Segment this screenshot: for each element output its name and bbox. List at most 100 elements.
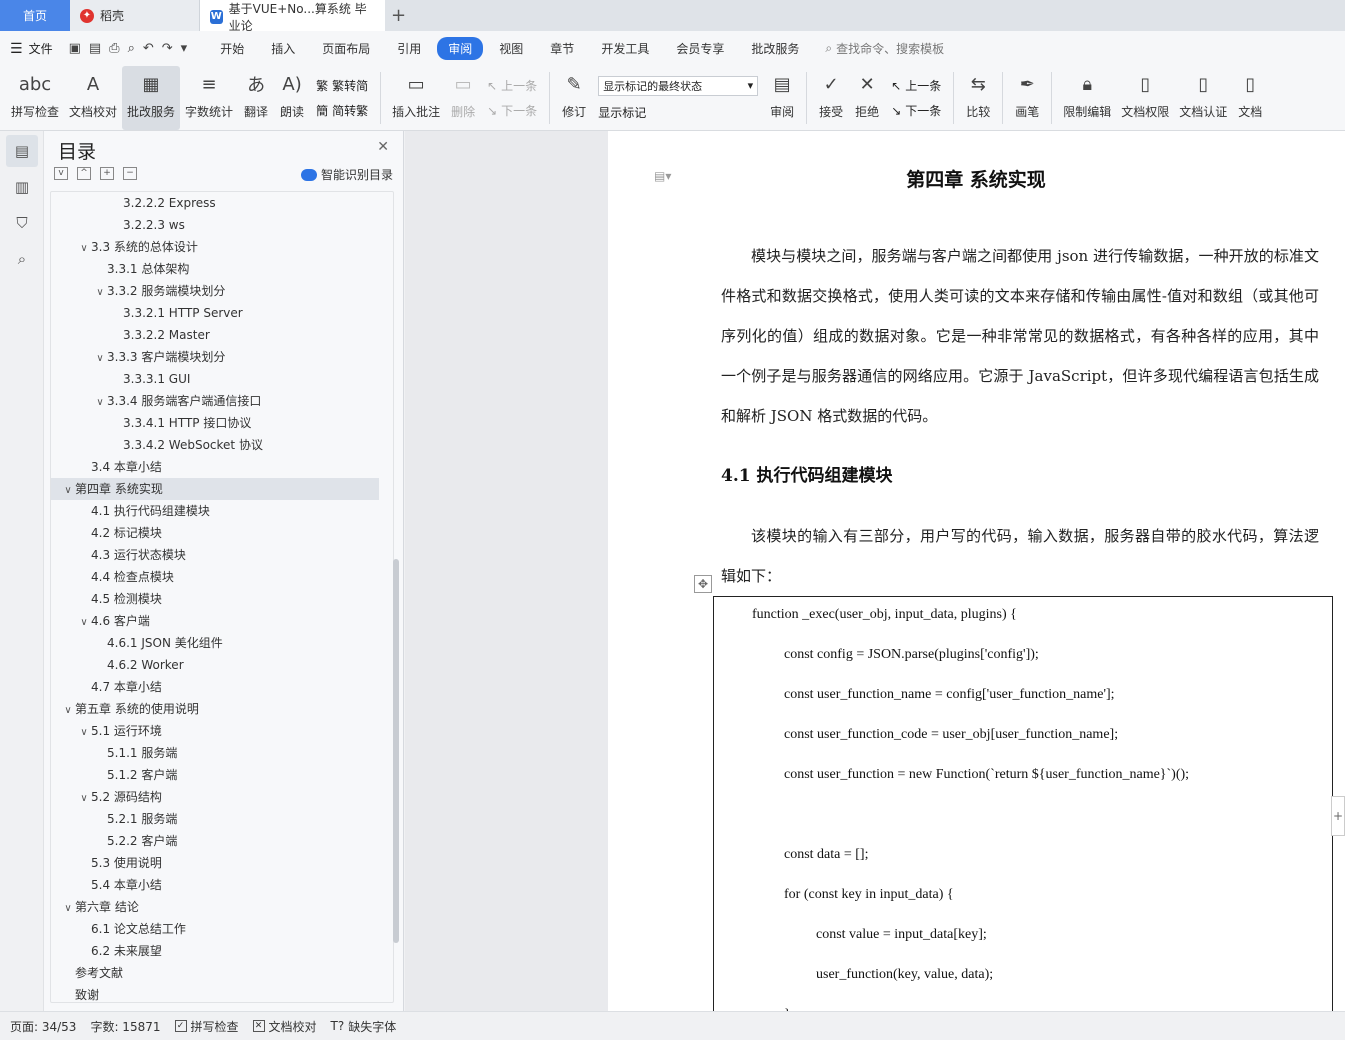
toc-item[interactable]: 4.5 检测模块 xyxy=(51,588,393,610)
prev-change-button[interactable]: ↖ 上一条 xyxy=(891,77,941,94)
undo-icon[interactable]: ↶ xyxy=(143,41,154,56)
missing-font-status[interactable]: T? 缺失字体 xyxy=(331,1018,397,1035)
trad-to-simp-button[interactable]: 繁繁转简 xyxy=(316,77,368,94)
insert-comment-button[interactable]: ▭ 插入批注 xyxy=(387,66,445,130)
tab-home[interactable]: 首页 xyxy=(0,0,70,31)
toc-item[interactable]: ∨ 第六章 结论 xyxy=(51,896,393,918)
toc-item[interactable]: 4.6.2 Worker xyxy=(51,654,393,676)
translate-button[interactable]: あ翻译 xyxy=(238,66,274,130)
toc-nav-icon[interactable]: ▤ xyxy=(6,135,38,167)
menu-developer[interactable]: 开发工具 xyxy=(590,37,660,60)
toc-item[interactable]: ∨ 第四章 系统实现 xyxy=(51,478,379,500)
chevron-down-icon[interactable]: ∨ xyxy=(61,700,75,722)
toc-item[interactable]: ∨ 3.3.3 客户端模块划分 xyxy=(51,346,393,368)
toc-item[interactable]: 参考文献 xyxy=(51,962,393,984)
menu-references[interactable]: 引用 xyxy=(386,37,432,60)
side-expand-button[interactable]: + xyxy=(1331,796,1345,836)
pen-button[interactable]: ✒ 画笔 xyxy=(1009,66,1045,130)
chevron-down-icon[interactable]: ∨ xyxy=(61,898,75,920)
chevron-down-icon[interactable]: ∨ xyxy=(77,612,91,634)
toc-item[interactable]: 3.3.3.1 GUI xyxy=(51,368,393,390)
toc-item[interactable]: 5.2.1 服务端 xyxy=(51,808,393,830)
toc-item[interactable]: 4.1 执行代码组建模块 xyxy=(51,500,393,522)
chevron-down-icon[interactable]: ∨ xyxy=(61,480,75,502)
toc-item[interactable]: 3.3.1 总体架构 xyxy=(51,258,393,280)
page-indicator[interactable]: 页面: 34/53 xyxy=(10,1018,76,1035)
toc-item[interactable]: 3.3.2.1 HTTP Server xyxy=(51,302,393,324)
menu-page-layout[interactable]: 页面布局 xyxy=(311,37,381,60)
toc-item[interactable]: 3.2.2.3 ws xyxy=(51,214,393,236)
menu-view[interactable]: 视图 xyxy=(488,37,534,60)
collapse-all-icon[interactable]: ^ xyxy=(77,167,91,180)
word-count-button[interactable]: ≡ 字数统计 xyxy=(180,66,238,130)
toc-item[interactable]: 5.4 本章小结 xyxy=(51,874,393,896)
close-icon[interactable]: ✕ xyxy=(377,139,389,155)
toc-item[interactable]: 5.3 使用说明 xyxy=(51,852,393,874)
toc-item[interactable]: ∨ 第五章 系统的使用说明 xyxy=(51,698,393,720)
menu-start[interactable]: 开始 xyxy=(209,37,255,60)
export-pdf-icon[interactable]: ▤ xyxy=(89,41,101,56)
chevron-down-icon[interactable]: ∨ xyxy=(93,348,107,370)
next-comment-button[interactable]: ↘ 下一条 xyxy=(487,102,537,119)
chevron-down-icon[interactable]: ∨ xyxy=(93,282,107,304)
remove-heading-icon[interactable]: − xyxy=(123,167,137,180)
grading-service-button[interactable]: ▦ 批改服务 xyxy=(122,66,181,130)
toc-item[interactable]: 4.3 运行状态模块 xyxy=(51,544,393,566)
prev-comment-button[interactable]: ↖ 上一条 xyxy=(487,77,537,94)
toc-item[interactable]: 5.1.1 服务端 xyxy=(51,742,393,764)
toc-item[interactable]: 5.2.2 客户端 xyxy=(51,830,393,852)
simp-to-trad-button[interactable]: 簡简转繁 xyxy=(316,102,368,119)
toc-item[interactable]: 6.1 论文总结工作 xyxy=(51,918,393,940)
toc-item[interactable]: ∨ 3.3.4 服务端客户端通信接口 xyxy=(51,390,393,412)
toc-item[interactable]: 3.4 本章小结 xyxy=(51,456,393,478)
smart-toc-button[interactable]: 智能识别目录 xyxy=(300,166,393,183)
toc-item[interactable]: 4.2 标记模块 xyxy=(51,522,393,544)
bookmark-icon[interactable]: ⛉ xyxy=(6,207,38,239)
print-preview-icon[interactable]: ⌕ xyxy=(128,41,135,56)
toc-item[interactable]: 3.3.4.2 WebSocket 协议 xyxy=(51,434,393,456)
accept-button[interactable]: ✓ 接受 xyxy=(813,66,849,130)
doc-more-button[interactable]: ▯ 文档 xyxy=(1232,66,1268,130)
toc-scrollbar[interactable] xyxy=(393,559,399,943)
chapter-nav-icon[interactable]: ▥ xyxy=(6,171,38,203)
chevron-down-icon[interactable]: ∨ xyxy=(93,392,107,414)
delete-comment-button[interactable]: ▭ 删除 xyxy=(445,66,481,130)
menu-section[interactable]: 章节 xyxy=(539,37,585,60)
menu-membership[interactable]: 会员专享 xyxy=(665,37,735,60)
toc-item[interactable]: ∨ 5.2 源码结构 xyxy=(51,786,393,808)
read-aloud-button[interactable]: A) 朗读 xyxy=(274,66,310,130)
chevron-down-icon[interactable]: ∨ xyxy=(77,238,91,260)
spell-check-status[interactable]: ✓ 拼写检查 xyxy=(174,1018,239,1035)
menu-review[interactable]: 审阅 xyxy=(437,37,484,60)
toc-item[interactable]: ∨ 4.6 客户端 xyxy=(51,610,393,632)
spell-check-button[interactable]: abc 拼写检查 xyxy=(6,66,64,130)
menu-grading[interactable]: 批改服务 xyxy=(740,37,810,60)
chevron-down-icon[interactable]: ∨ xyxy=(77,722,91,744)
track-changes-button[interactable]: ✎ 修订 xyxy=(556,66,592,130)
toc-item[interactable]: 3.3.4.1 HTTP 接口协议 xyxy=(51,412,393,434)
toc-item[interactable]: 4.4 检查点模块 xyxy=(51,566,393,588)
search-icon[interactable]: ⌕ xyxy=(6,243,38,275)
customize-chevron-icon[interactable]: ▾ xyxy=(181,41,188,56)
compare-button[interactable]: ⇆ 比较 xyxy=(960,66,996,130)
next-change-button[interactable]: ↘ 下一条 xyxy=(891,102,941,119)
save-icon[interactable]: ▣ xyxy=(69,41,81,56)
file-menu[interactable]: ☰ 文件 xyxy=(10,40,53,57)
chevron-down-icon[interactable]: ∨ xyxy=(77,788,91,810)
doc-certify-button[interactable]: ▯ 文档认证 xyxy=(1174,66,1232,130)
add-heading-icon[interactable]: + xyxy=(100,167,114,180)
tab-daoke[interactable]: ✦ 稻壳 xyxy=(70,0,200,31)
toc-item[interactable]: 4.7 本章小结 xyxy=(51,676,393,698)
show-markup-button[interactable]: 显示标记 xyxy=(598,104,758,121)
redo-icon[interactable]: ↷ xyxy=(162,41,173,56)
document-page[interactable]: ▤▾ 第四章 系统实现 模块与模块之间，服务端与客户端之间都使用 json 进行… xyxy=(608,131,1345,1011)
review-pane-button[interactable]: ▤ 审阅 xyxy=(764,66,800,130)
new-tab-button[interactable]: + xyxy=(385,0,412,31)
proofread-button[interactable]: A 文档校对 xyxy=(64,66,122,130)
restrict-editing-button[interactable]: 🔒︎ 限制编辑 xyxy=(1058,66,1116,130)
reject-button[interactable]: ✕ 拒绝 xyxy=(849,66,885,130)
table-move-handle-icon[interactable]: ✥ xyxy=(694,575,712,593)
toc-item[interactable]: 3.2.2.2 Express xyxy=(51,192,393,214)
toc-item[interactable]: 6.2 未来展望 xyxy=(51,940,393,962)
word-count-indicator[interactable]: 字数: 15871 xyxy=(90,1018,160,1035)
